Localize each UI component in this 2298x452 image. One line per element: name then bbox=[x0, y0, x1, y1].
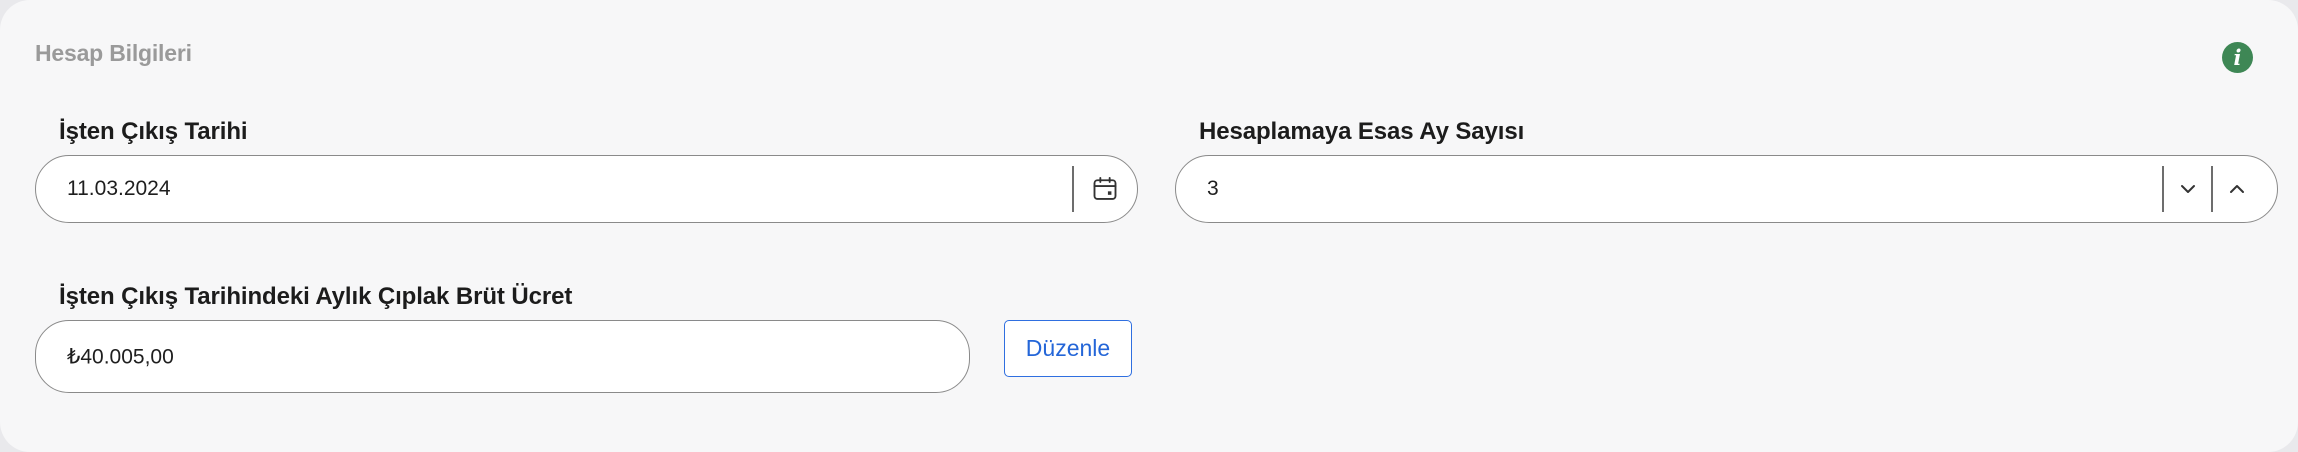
edit-button[interactable]: Düzenle bbox=[1004, 320, 1132, 377]
account-info-card: Hesap Bilgileri i İşten Çıkış Tarihi 11.… bbox=[0, 0, 2298, 452]
chevron-up-icon[interactable] bbox=[2213, 156, 2260, 222]
exit-date-value[interactable]: 11.03.2024 bbox=[67, 177, 171, 201]
exit-date-field[interactable]: 11.03.2024 bbox=[35, 155, 1138, 223]
calendar-icon[interactable] bbox=[1074, 156, 1136, 222]
info-icon[interactable]: i bbox=[2222, 42, 2253, 73]
months-stepper[interactable]: 3 bbox=[1175, 155, 2278, 223]
salary-field[interactable]: ₺40.005,00 bbox=[35, 320, 970, 393]
months-label: Hesaplamaya Esas Ay Sayısı bbox=[1199, 118, 1525, 145]
salary-label: İşten Çıkış Tarihindeki Aylık Çıplak Brü… bbox=[59, 283, 573, 310]
months-value[interactable]: 3 bbox=[1207, 177, 1219, 201]
chevron-down-icon[interactable] bbox=[2164, 156, 2211, 222]
section-title: Hesap Bilgileri bbox=[35, 40, 192, 66]
salary-value[interactable]: ₺40.005,00 bbox=[67, 344, 174, 369]
exit-date-label: İşten Çıkış Tarihi bbox=[59, 118, 248, 145]
